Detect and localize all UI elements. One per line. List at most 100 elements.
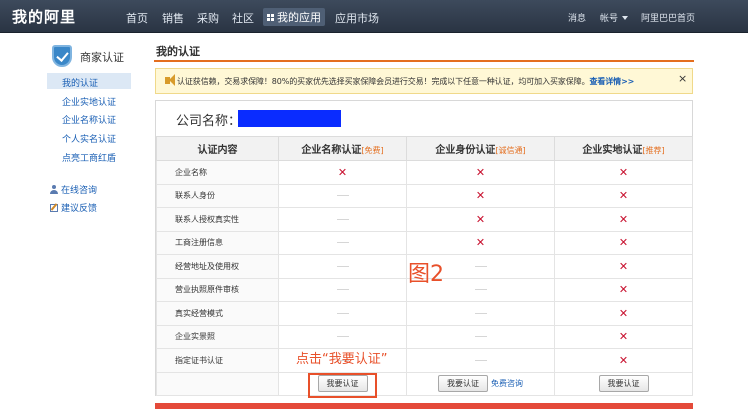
cross-icon: ✕ <box>618 236 629 250</box>
column-tag: [免费] <box>361 146 384 155</box>
notice-details-link[interactable]: 查看详情>> <box>589 77 634 86</box>
table-cell: ✕ <box>554 324 693 349</box>
nav-home[interactable]: 首页 <box>126 10 148 26</box>
company-name-label: 公司名称： <box>176 114 242 129</box>
table-cell: ✕ <box>554 277 693 302</box>
dash-icon <box>336 242 349 244</box>
table-cell: ✕ <box>554 254 693 279</box>
speaker-icon <box>165 74 175 86</box>
cross-icon: ✕ <box>618 189 629 203</box>
table-cell: ✕ <box>278 160 407 185</box>
cross-icon: ✕ <box>475 165 486 179</box>
cross-icon: ✕ <box>475 189 486 203</box>
nav-my-apps[interactable]: 我的应用 <box>263 8 325 26</box>
feedback-link[interactable]: 建议反馈 <box>50 201 97 214</box>
page-title: 我的认证 <box>156 45 200 58</box>
figure-label-annotation: 图2 <box>408 262 444 287</box>
notice-bar: 认证获信赖，交易求保障！80%的买家优先选择买家保障会员进行交易！完成以下任意一… <box>155 68 693 94</box>
table-cell: ✕ <box>554 160 693 185</box>
cross-icon: ✕ <box>618 283 629 297</box>
table-row: 联系人身份 ✕ ✕ <box>156 183 693 208</box>
account-menu[interactable]: 帐号 <box>600 11 629 24</box>
edit-icon <box>50 204 58 212</box>
column-header-onsite-cert: 企业实地认证[推荐] <box>554 136 693 161</box>
column-tag: [诚信通] <box>495 146 526 155</box>
messages-link[interactable]: 消息 <box>568 11 586 24</box>
cross-icon: ✕ <box>618 259 629 273</box>
person-icon <box>50 185 58 194</box>
table-cell <box>278 277 407 302</box>
notice-message: 认证获信赖，交易求保障！80%的买家优先选择买家保障会员进行交易！完成以下任意一… <box>177 77 590 86</box>
nav-purchase[interactable]: 采购 <box>197 10 219 26</box>
bottom-divider <box>155 403 693 409</box>
column-name: 企业身份认证 <box>435 145 496 156</box>
apply-identity-cert-button[interactable]: 我要认证 <box>438 375 488 392</box>
table-cell <box>278 254 407 279</box>
row-label: 营业执照原件审核 <box>156 277 279 302</box>
nav-sales[interactable]: 销售 <box>162 10 184 26</box>
feedback-label: 建议反馈 <box>61 204 98 214</box>
dash-icon <box>336 218 349 220</box>
highlight-box-annotation <box>308 373 377 398</box>
dash-icon <box>474 336 487 338</box>
apps-grid-icon <box>267 14 274 21</box>
cross-icon: ✕ <box>475 236 486 250</box>
table-row: 真实经营模式 ✕ <box>156 301 693 326</box>
cross-icon: ✕ <box>618 353 629 367</box>
column-header-identity-cert: 企业身份认证[诚信通] <box>406 136 555 161</box>
table-header-row: 认证内容 企业名称认证[免费] 企业身份认证[诚信通] 企业实地认证[推荐] <box>156 136 693 161</box>
table-cell <box>406 348 555 373</box>
online-consult-link[interactable]: 在线咨询 <box>50 183 97 196</box>
cross-icon: ✕ <box>337 165 348 179</box>
title-divider <box>154 60 694 62</box>
sidebar-item-my-certification[interactable]: 我的认证 <box>47 73 131 89</box>
online-consult-label: 在线咨询 <box>61 186 98 196</box>
table-cell <box>278 301 407 326</box>
dash-icon <box>474 289 487 291</box>
apply-onsite-cert-button[interactable]: 我要认证 <box>598 375 649 392</box>
dash-icon <box>474 265 487 267</box>
column-header-content: 认证内容 <box>156 136 279 161</box>
column-tag: [推荐] <box>642 146 665 155</box>
row-label: 企业名称 <box>156 160 279 185</box>
nav-app-market[interactable]: 应用市场 <box>335 10 379 26</box>
cross-icon: ✕ <box>618 212 629 226</box>
site-logo[interactable]: 我的阿里 <box>12 6 76 27</box>
table-row: 联系人授权真实性 ✕ ✕ <box>156 207 693 232</box>
company-name-redacted <box>238 110 341 127</box>
nav-community[interactable]: 社区 <box>232 10 254 26</box>
dash-icon <box>336 265 349 267</box>
column-name: 企业实地认证 <box>582 145 643 156</box>
table-cell <box>278 230 407 255</box>
table-cell: ✕ <box>554 207 693 232</box>
close-icon[interactable]: × <box>678 72 687 85</box>
table-button-row: 我要认证 我要认证 免费咨询 我要认证 <box>156 371 693 396</box>
sidebar-item-name-certification[interactable]: 企业名称认证 <box>62 113 116 126</box>
sidebar-item-onsite-certification[interactable]: 企业实地认证 <box>62 95 116 108</box>
table-cell <box>278 183 407 208</box>
row-label: 联系人授权真实性 <box>156 207 279 232</box>
row-label: 指定证书认证 <box>156 348 279 373</box>
table-cell <box>278 324 407 349</box>
top-navigation-bar: 我的阿里 首页 销售 采购 社区 我的应用 应用市场 消息 帐号 阿里巴巴首页 <box>0 0 748 33</box>
sidebar-item-red-shield[interactable]: 点亮工商红盾 <box>62 151 116 164</box>
row-label: 企业实景照 <box>156 324 279 349</box>
row-label: 经营地址及使用权 <box>156 254 279 279</box>
chevron-down-icon <box>622 16 629 20</box>
table-cell: ✕ <box>406 183 555 208</box>
table-cell <box>278 207 407 232</box>
table-cell: ✕ <box>406 207 555 232</box>
nav-my-apps-label: 我的应用 <box>277 11 321 24</box>
column-header-name-cert: 企业名称认证[免费] <box>278 136 407 161</box>
table-cell: 我要认证 免费咨询 <box>406 371 555 396</box>
table-row: 指定证书认证 ✕ <box>156 348 693 373</box>
cross-icon: ✕ <box>475 212 486 226</box>
free-consult-link[interactable]: 免费咨询 <box>491 379 523 388</box>
table-cell: ✕ <box>554 301 693 326</box>
alibaba-home-link[interactable]: 阿里巴巴首页 <box>641 11 695 24</box>
dash-icon <box>336 336 349 338</box>
row-label: 真实经营模式 <box>156 301 279 326</box>
table-row: 企业实景照 ✕ <box>156 324 693 349</box>
table-cell <box>406 324 555 349</box>
sidebar-item-personal-certification[interactable]: 个人实名认证 <box>62 132 116 145</box>
